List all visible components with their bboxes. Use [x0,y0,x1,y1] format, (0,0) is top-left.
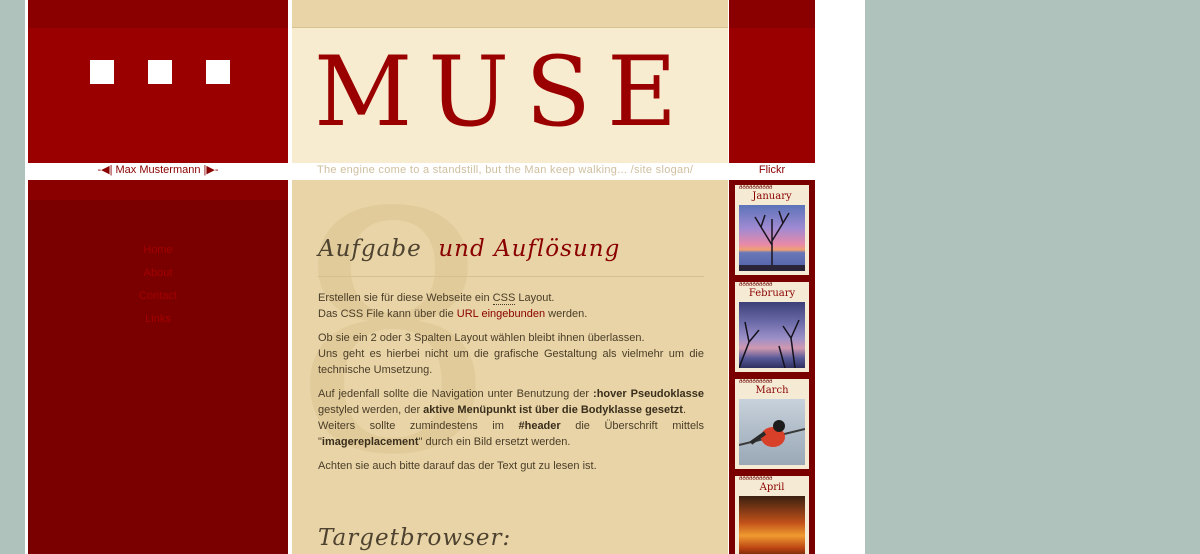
site-slogan: The engine come to a standstill, but the… [317,164,694,176]
header-center-band [292,0,728,28]
header-right-panel [729,0,815,163]
photo-thumbnail[interactable] [739,302,805,368]
square-icon [148,60,172,84]
site-logo[interactable]: MUSE [314,44,693,140]
paragraph: Auf jedenfall sollte die Navigation unte… [318,386,704,450]
bold-text: aktive Menüpunkt ist über die Bodyklasse… [423,404,683,416]
bird-icon [739,420,805,447]
flickr-sidebar: ðððððððððð January ðððððððððð February ð… [729,180,815,554]
url-link[interactable]: URL eingebunden [457,308,545,320]
calendar-card[interactable]: ðððððððððð March [735,379,809,469]
header-right-band [729,0,815,28]
text: gestyled werden, der [318,404,424,416]
branches-silhouette-icon [739,319,800,368]
calendar-month: March [755,385,789,396]
flickr-heading[interactable]: Flickr [729,163,815,178]
nav-item-contact[interactable]: Contact [28,290,288,302]
photo-thumbnail[interactable] [739,496,805,554]
bold-text: :hover Pseudoklasse [593,388,704,400]
header-left-panel [28,0,288,163]
text: . [682,404,687,416]
photo-thumbnail[interactable] [739,205,805,271]
calendar-month: April [759,482,785,493]
tree-silhouette-icon [739,210,805,271]
calendar-month: January [752,191,792,202]
square-icon [206,60,230,84]
calendar-card[interactable]: ðððððððððð April [735,476,809,554]
text: werden. [545,308,588,320]
sidebar-nav: Home About Contact Links [28,180,288,554]
text: Ob sie ein 2 oder 3 Spalten Layout wähle… [318,332,645,344]
paragraph: Erstellen sie für diese Webseite ein CSS… [318,290,704,322]
header-center-panel: MUSE [292,0,728,163]
paragraph: Achten sie auch bitte darauf das der Tex… [318,460,597,472]
author-pager[interactable]: -◀| Max Mustermann |▶- [28,163,288,178]
nav-item-links[interactable]: Links [28,313,288,325]
calendar-card[interactable]: ðððððððððð January [735,185,809,275]
text: Erstellen sie für diese Webseite ein [318,292,493,304]
header-left-band [28,0,288,28]
text: " durch ein Bild ersetzt werden. [418,436,571,448]
page: MUSE -◀| Max Mustermann |▶- The engine c… [25,0,865,554]
bold-text: imagereplacement [321,436,419,448]
nav-item-home[interactable]: Home [28,244,288,256]
text: Weiters sollte zumindestens im [318,420,519,432]
title-divider [318,276,704,277]
paragraph: Ob sie ein 2 oder 3 Spalten Layout wähle… [318,330,704,378]
bold-text: #header [518,420,561,432]
calendar-card[interactable]: ðððððððððð February [735,282,809,372]
text: Layout. [515,292,555,304]
page-title-part2: und Auflösung [438,236,621,262]
text: Das CSS File kann über die [318,308,457,320]
square-icon [90,60,114,84]
article-body: Erstellen sie für diese Webseite ein CSS… [318,290,704,482]
sidebar-band [28,180,288,200]
text: Auf jedenfall sollte die Navigation unte… [318,388,594,400]
section-title: Targetbrowser: [318,525,512,551]
page-title: Aufgabe und Auflösung [318,236,620,262]
main-content: 8 Aufgabe und Auflösung Erstellen sie fü… [292,180,728,554]
calendar-month: February [748,288,796,299]
nav-item-about[interactable]: About [28,267,288,279]
photo-thumbnail[interactable] [739,399,805,465]
page-title-part1: Aufgabe [318,236,422,262]
css-abbr: CSS [492,292,516,305]
text: Uns geht es hierbei nicht um die grafisc… [318,348,704,376]
